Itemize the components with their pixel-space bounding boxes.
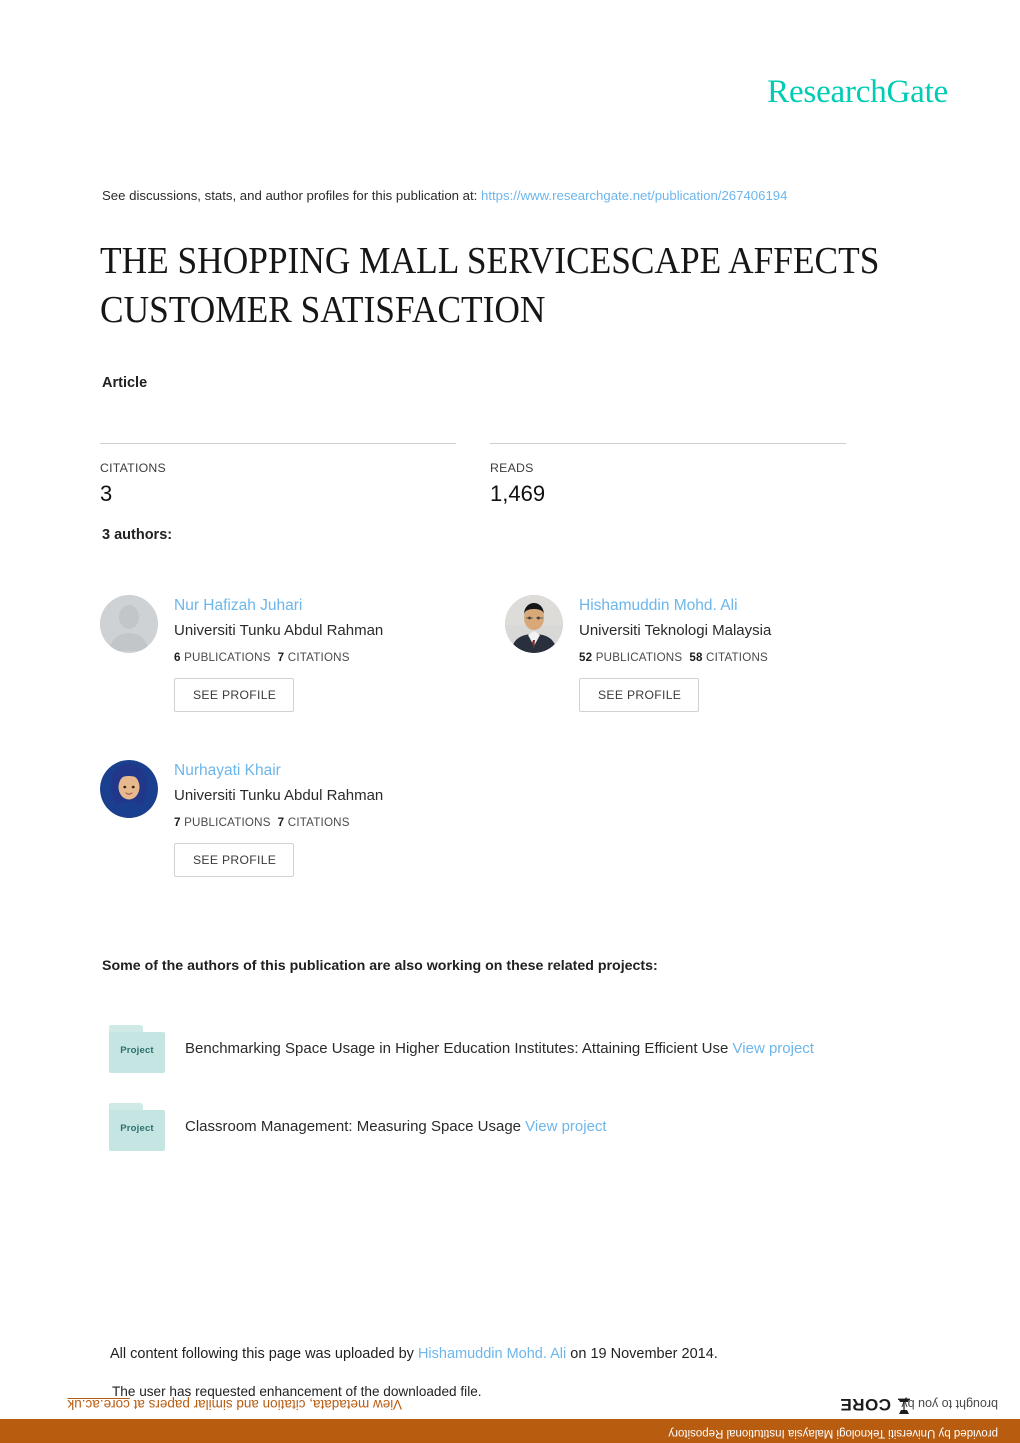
author-affiliation: Universiti Tunku Abdul Rahman (174, 622, 384, 639)
author-photo-avatar (505, 595, 563, 653)
author-stats: 6 PUBLICATIONS 7 CITATIONS (174, 651, 383, 664)
folder-label: Project (120, 1123, 154, 1134)
project-folder-icon: Project (109, 1025, 165, 1073)
metric-divider (100, 443, 456, 444)
citations-label: CITATIONS (706, 651, 768, 664)
related-projects-list: Project Benchmarking Space Usage in High… (109, 1010, 929, 1166)
author-publication-count: 6 (174, 651, 181, 664)
metric-citations: CITATIONS 3 (100, 443, 456, 507)
metric-reads: READS 1,469 (490, 443, 846, 507)
researchgate-logo[interactable]: ResearchGate (767, 74, 948, 111)
citations-label: CITATIONS (287, 651, 350, 664)
metric-label: READS (490, 461, 534, 475)
project-title: Classroom Management: Measuring Space Us… (185, 1118, 521, 1135)
author-affiliation: Universiti Tunku Abdul Rahman (174, 787, 384, 804)
core-metadata-prefix: View metadata, citation and similar pape… (133, 1397, 402, 1412)
view-project-link[interactable]: View project (525, 1118, 606, 1135)
publications-label: PUBLICATIONS (184, 651, 271, 664)
authors-heading: 3 authors: (102, 527, 173, 543)
discussions-prefix: See discussions, stats, and author profi… (102, 188, 478, 203)
author-photo-avatar (100, 760, 158, 818)
publication-url-link[interactable]: https://www.researchgate.net/publication… (481, 188, 787, 203)
publication-type-label: Article (102, 375, 148, 391)
author-stats: 52 PUBLICATIONS 58 CITATIONS (579, 651, 771, 664)
publications-label: PUBLICATIONS (184, 816, 271, 829)
author-card: Nurhayati Khair Universiti Tunku Abdul R… (100, 760, 505, 877)
core-lamp-icon (896, 1392, 912, 1417)
core-orange-bar: provided by Universiti Teknologi Malaysi… (0, 1419, 1020, 1443)
view-project-link[interactable]: View project (733, 1040, 814, 1057)
related-projects-heading: Some of the authors of this publication … (102, 958, 658, 974)
authors-row-1: Nur Hafizah Juhari Universiti Tunku Abdu… (100, 595, 910, 760)
project-title: Benchmarking Space Usage in Higher Educa… (185, 1040, 729, 1057)
core-banner: provided by Universiti Teknologi Malaysi… (0, 1383, 1020, 1443)
discussions-line: See discussions, stats, and author profi… (102, 188, 787, 203)
core-logo-text: CORE (839, 1395, 891, 1415)
author-publication-count: 7 (174, 816, 181, 829)
author-name-link[interactable]: Hishamuddin Mohd. Ali (579, 596, 771, 616)
upload-note-prefix: All content following this page was uplo… (110, 1346, 414, 1362)
author-info: Nur Hafizah Juhari Universiti Tunku Abdu… (174, 595, 383, 712)
core-provider-text: provided by Universiti Teknologi Malaysi… (668, 1427, 998, 1439)
folder-label: Project (120, 1045, 154, 1056)
core-metadata-text: View metadata, citation and similar pape… (68, 1397, 402, 1412)
project-folder-icon: Project (109, 1103, 165, 1151)
author-info: Hishamuddin Mohd. Ali Universiti Teknolo… (579, 595, 771, 712)
publications-label: PUBLICATIONS (595, 651, 683, 664)
author-stats: 7 PUBLICATIONS 7 CITATIONS (174, 816, 383, 829)
metric-value: 1,469 (490, 481, 546, 506)
author-citation-count: 58 (689, 651, 703, 664)
upload-note: All content following this page was uplo… (110, 1346, 718, 1362)
uploader-name-link[interactable]: Hishamuddin Mohd. Ali (418, 1346, 566, 1362)
see-profile-button[interactable]: SEE PROFILE (579, 678, 700, 712)
author-card: Nur Hafizah Juhari Universiti Tunku Abdu… (100, 595, 505, 712)
author-card: Hishamuddin Mohd. Ali Universiti Teknolo… (505, 595, 910, 712)
core-ac-uk-link[interactable]: core.ac.uk (68, 1397, 130, 1412)
author-name-link[interactable]: Nur Hafizah Juhari (174, 596, 383, 616)
author-name-link[interactable]: Nurhayati Khair (174, 761, 383, 781)
author-citation-count: 7 (277, 816, 285, 829)
project-text: Benchmarking Space Usage in Higher Educa… (185, 1039, 814, 1059)
author-citation-count: 7 (277, 651, 285, 664)
metric-divider (490, 443, 846, 444)
metric-value: 3 (100, 481, 113, 506)
see-profile-button[interactable]: SEE PROFILE (174, 843, 295, 877)
publication-cover-page: ResearchGate See discussions, stats, and… (0, 0, 1020, 1443)
authors-grid: Nur Hafizah Juhari Universiti Tunku Abdu… (100, 595, 910, 925)
metrics-row: CITATIONS 3 READS 1,469 (100, 443, 880, 507)
project-text: Classroom Management: Measuring Space Us… (185, 1117, 607, 1137)
page-title: THE SHOPPING MALL SERVICESCAPE AFFECTS C… (100, 240, 880, 331)
project-item: Project Classroom Management: Measuring … (109, 1088, 929, 1166)
see-profile-button[interactable]: SEE PROFILE (174, 678, 295, 712)
author-info: Nurhayati Khair Universiti Tunku Abdul R… (174, 760, 383, 877)
core-logo[interactable]: CORE (840, 1392, 912, 1417)
placeholder-avatar-icon (100, 595, 158, 653)
core-brought-text: brought to you by (901, 1397, 998, 1411)
author-affiliation: Universiti Teknologi Malaysia (579, 622, 772, 639)
upload-note-suffix: on 19 November 2014. (570, 1346, 718, 1362)
metric-label: CITATIONS (100, 461, 167, 475)
authors-row-2: Nurhayati Khair Universiti Tunku Abdul R… (100, 760, 910, 925)
author-publication-count: 52 (579, 651, 593, 664)
citations-label: CITATIONS (287, 816, 350, 829)
project-item: Project Benchmarking Space Usage in High… (109, 1010, 929, 1088)
